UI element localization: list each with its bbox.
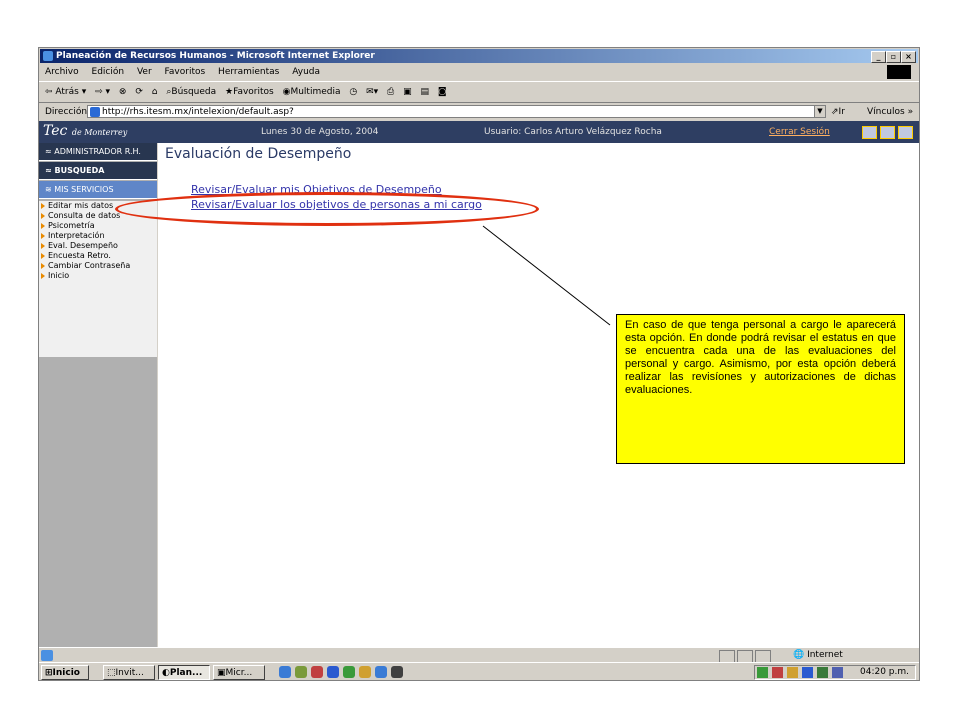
callout-note: En caso de que tenga personal a cargo le… (616, 314, 905, 464)
